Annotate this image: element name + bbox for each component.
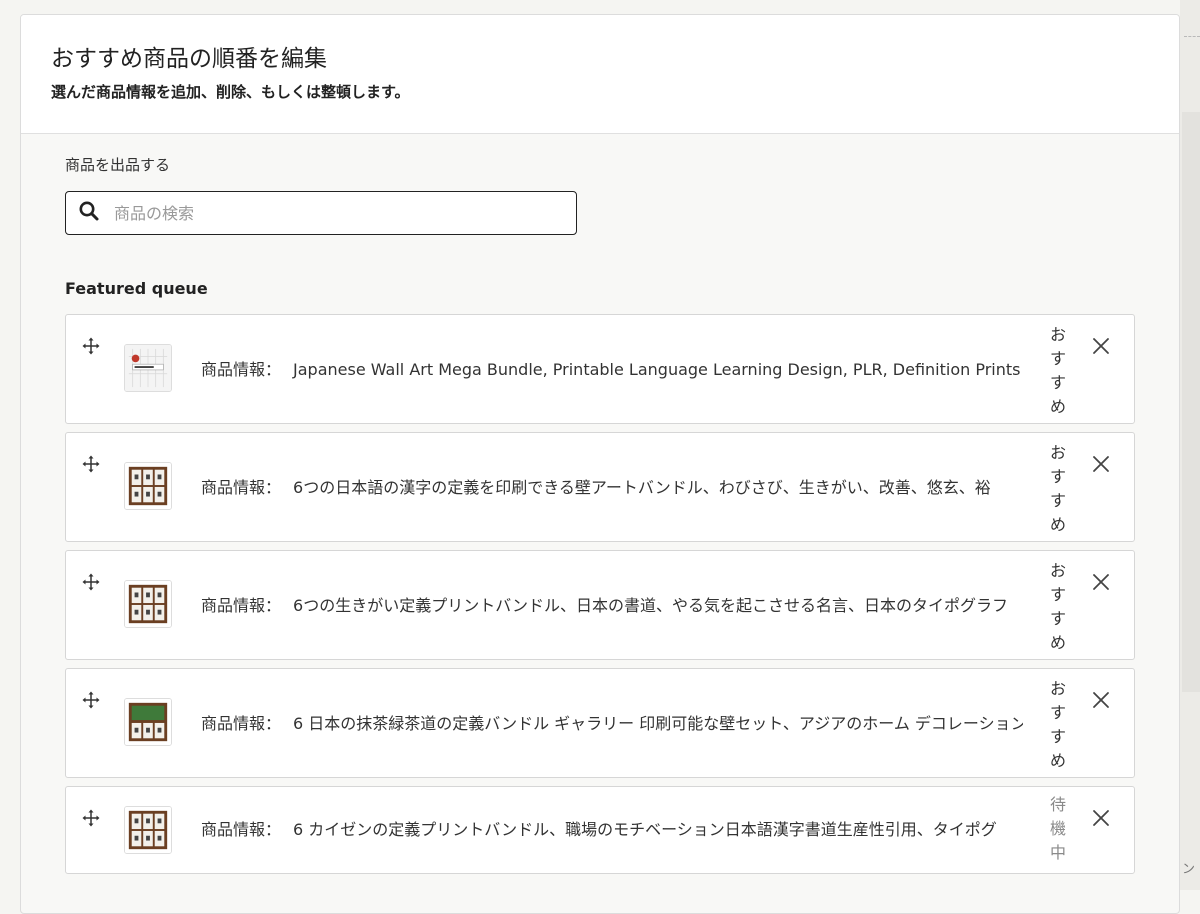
modal-subtitle: 選んだ商品情報を追加、削除、もしくは整頓します。: [51, 83, 410, 101]
featured-queue-title: Featured queue: [65, 279, 208, 298]
search-label: 商品を出品する: [65, 156, 171, 174]
item-prefix: 商品情報：: [201, 820, 282, 839]
status-badge: おすすめ: [1049, 325, 1066, 416]
remove-close-icon[interactable]: [1092, 691, 1110, 709]
item-title: 6 カイゼンの定義プリントバンドル、職場のモチベーション日本語漢字書道生産性引用…: [293, 820, 997, 839]
product-thumbnail: [124, 698, 172, 746]
queue-item-text: 商品情報： Japanese Wall Art Mega Bundle, Prin…: [201, 355, 1023, 385]
remove-close-icon[interactable]: [1092, 455, 1110, 473]
featured-queue-list: 商品情報： Japanese Wall Art Mega Bundle, Prin…: [65, 314, 1135, 874]
item-prefix: 商品情報：: [201, 360, 282, 379]
remove-close-icon[interactable]: [1092, 573, 1110, 591]
queue-item-text: 商品情報： 6 日本の抹茶緑茶道の定義バンドル ギャラリー 印刷可能な壁セット、ア…: [201, 709, 1023, 739]
edit-featured-order-modal: おすすめ商品の順番を編集 選んだ商品情報を追加、削除、もしくは整頓します。 商品…: [20, 14, 1180, 914]
item-title: Japanese Wall Art Mega Bundle, Printable…: [293, 360, 1021, 379]
status-badge: おすすめ: [1049, 679, 1066, 770]
background-card: [1182, 112, 1200, 692]
background-divider: [1184, 36, 1200, 37]
modal-header: おすすめ商品の順番を編集 選んだ商品情報を追加、削除、もしくは整頓します。: [21, 15, 1179, 134]
product-thumbnail: [124, 806, 172, 854]
item-title: 6つの日本語の漢字の定義を印刷できる壁アートバンドル、わびさび、生きがい、改善、…: [293, 478, 991, 497]
modal-title: おすすめ商品の順番を編集: [51, 46, 327, 72]
product-thumbnail: [124, 344, 172, 392]
item-title: 6 日本の抹茶緑茶道の定義バンドル ギャラリー 印刷可能な壁セット、アジアのホー…: [293, 714, 1023, 733]
item-title: 6つの生きがい定義プリントバンドル、日本の書道、やる気を起こさせる名言、日本のタ…: [293, 596, 1008, 615]
modal-body: 商品を出品する Featured queue: [21, 134, 1179, 874]
background-stub-text: ン: [1182, 862, 1196, 877]
search-input[interactable]: [112, 202, 556, 224]
item-prefix: 商品情報：: [201, 596, 282, 615]
status-badge: おすすめ: [1049, 443, 1066, 534]
queue-item[interactable]: 商品情報： 6 日本の抹茶緑茶道の定義バンドル ギャラリー 印刷可能な壁セット、ア…: [65, 668, 1135, 778]
queue-item-text: 商品情報： 6つの生きがい定義プリントバンドル、日本の書道、やる気を起こさせる名言…: [201, 591, 1023, 621]
status-badge: 待機中: [1049, 795, 1066, 862]
drag-handle-icon[interactable]: [81, 690, 101, 710]
queue-item-text: 商品情報： 6 カイゼンの定義プリントバンドル、職場のモチベーション日本語漢字書道…: [201, 815, 1023, 845]
search-box[interactable]: [65, 191, 577, 235]
remove-close-icon[interactable]: [1092, 337, 1110, 355]
queue-item[interactable]: 商品情報： 6つの日本語の漢字の定義を印刷できる壁アートバンドル、わびさび、生きが…: [65, 432, 1135, 542]
item-prefix: 商品情報：: [201, 714, 282, 733]
product-thumbnail: [124, 580, 172, 628]
drag-handle-icon[interactable]: [81, 336, 101, 356]
drag-handle-icon[interactable]: [81, 454, 101, 474]
queue-item-text: 商品情報： 6つの日本語の漢字の定義を印刷できる壁アートバンドル、わびさび、生きが…: [201, 473, 1023, 503]
status-badge: おすすめ: [1049, 561, 1066, 652]
queue-item[interactable]: 商品情報： 6つの生きがい定義プリントバンドル、日本の書道、やる気を起こさせる名言…: [65, 550, 1135, 660]
queue-item[interactable]: 商品情報： 6 カイゼンの定義プリントバンドル、職場のモチベーション日本語漢字書道…: [65, 786, 1135, 874]
queue-item[interactable]: 商品情報： Japanese Wall Art Mega Bundle, Prin…: [65, 314, 1135, 424]
remove-close-icon[interactable]: [1092, 809, 1110, 827]
item-prefix: 商品情報：: [201, 478, 282, 497]
drag-handle-icon[interactable]: [81, 572, 101, 592]
drag-handle-icon[interactable]: [81, 808, 101, 828]
search-icon: [78, 200, 100, 226]
product-thumbnail: [124, 462, 172, 510]
